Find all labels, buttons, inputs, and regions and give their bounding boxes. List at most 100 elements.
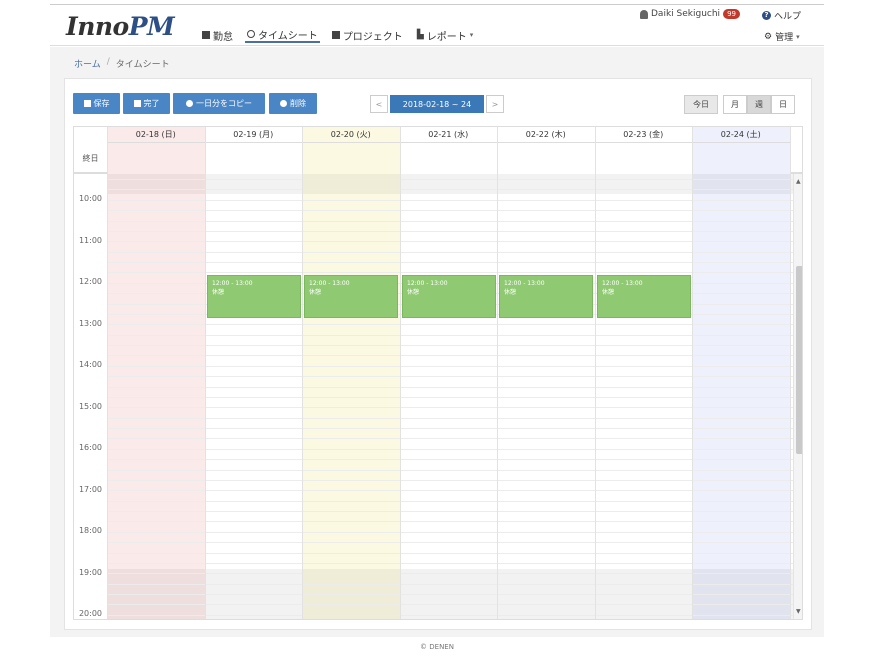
- day-header: 02-24 (土): [692, 127, 790, 143]
- day-view-button[interactable]: 日: [771, 95, 795, 114]
- calendar-event[interactable]: 12:00 - 13:00 休憩: [499, 275, 593, 318]
- allday-label: 終日: [82, 153, 99, 163]
- column-divider: [400, 127, 401, 619]
- time-label: 20:00: [78, 609, 103, 618]
- grid-line: [107, 366, 793, 367]
- grid-line: [107, 345, 793, 346]
- column-divider: [595, 127, 596, 619]
- admin-menu[interactable]: ⚙ 管理 ▾: [764, 30, 800, 44]
- day-header: 02-20 (火): [302, 127, 400, 143]
- event-title: 休憩: [212, 289, 225, 296]
- grid-line: [107, 449, 793, 450]
- grid-line: [107, 355, 793, 356]
- grid-line: [107, 376, 793, 377]
- time-label: 15:00: [78, 402, 103, 411]
- grid-line: [107, 387, 793, 388]
- week-view-button[interactable]: 週: [747, 95, 771, 114]
- grid-line: [107, 480, 793, 481]
- calendar-event[interactable]: 12:00 - 13:00 休憩: [597, 275, 691, 318]
- grid-line: [107, 324, 793, 325]
- event-time: 12:00 - 13:00: [504, 280, 545, 287]
- calendar-event[interactable]: 12:00 - 13:00 休憩: [402, 275, 496, 318]
- delete-icon: [280, 100, 287, 107]
- column-divider: [107, 127, 108, 619]
- event-title: 休憩: [504, 289, 517, 296]
- grid-line: [107, 594, 793, 595]
- copy-icon: [186, 100, 193, 107]
- complete-button[interactable]: 完了: [123, 93, 170, 114]
- event-time: 12:00 - 13:00: [602, 280, 643, 287]
- event-time: 12:00 - 13:00: [309, 280, 350, 287]
- grid-line: [107, 542, 793, 543]
- breadcrumb-home[interactable]: ホーム: [74, 57, 101, 70]
- day-header: 02-18 (日): [107, 127, 205, 143]
- scrollbar-thumb[interactable]: [796, 266, 802, 454]
- help-link[interactable]: ? ヘルプ: [762, 9, 801, 22]
- calendar-icon: [202, 31, 210, 39]
- day-header: 02-22 (木): [497, 127, 595, 143]
- grid-line: [107, 231, 793, 232]
- grid-line: [107, 272, 793, 273]
- grid-line: [107, 438, 793, 439]
- grid-line: [107, 200, 793, 201]
- column-divider: [302, 127, 303, 619]
- grid-line: [107, 418, 793, 419]
- top-header: InnoPM 勤怠 タイムシート プロジェクト ▙ レポート ▾ Daiki S…: [50, 4, 824, 46]
- breadcrumb-current: タイムシート: [115, 60, 170, 70]
- column-divider: [692, 127, 693, 619]
- nav-item-project[interactable]: プロジェクト: [330, 27, 405, 43]
- calendar-event[interactable]: 12:00 - 13:00 休憩: [304, 275, 398, 318]
- nav-item-timesheet[interactable]: タイムシート: [245, 27, 320, 43]
- user-menu[interactable]: Daiki Sekiguchi 99: [640, 9, 740, 19]
- scroll-down-icon[interactable]: ▼: [796, 608, 801, 615]
- date-range-picker[interactable]: 2018-02-18 ~ 24: [390, 95, 484, 113]
- scroll-up-icon[interactable]: ▲: [796, 178, 801, 185]
- day-header: 02-23 (金): [594, 127, 692, 143]
- save-button[interactable]: 保存: [73, 93, 120, 114]
- notification-badge[interactable]: 99: [723, 9, 740, 19]
- copy-day-button[interactable]: 一日分をコピー: [173, 93, 265, 114]
- prev-week-button[interactable]: <: [370, 95, 388, 113]
- calendar-event[interactable]: 12:00 - 13:00 休憩: [207, 275, 301, 318]
- nav-item-attendance[interactable]: 勤怠: [200, 27, 235, 43]
- chevron-down-icon: ▾: [796, 32, 800, 41]
- grid-line: [107, 521, 793, 522]
- next-week-button[interactable]: >: [486, 95, 504, 113]
- user-icon: [640, 9, 648, 19]
- flag-icon: [133, 100, 141, 107]
- month-view-button[interactable]: 月: [723, 95, 747, 114]
- week-calendar: 終日 02-18 (日) 02-19 (月) 02-20 (火) 02-21 (水) 0…: [73, 126, 803, 620]
- footer: © DENEN: [420, 643, 454, 651]
- grid-line: [107, 615, 793, 616]
- delete-button[interactable]: 削除: [269, 93, 317, 114]
- event-time: 12:00 - 13:00: [212, 280, 253, 287]
- grid-line: [107, 252, 793, 253]
- day-header: 02-21 (水): [399, 127, 497, 143]
- grid-line: [107, 241, 793, 242]
- grid-line: [107, 604, 793, 605]
- grid-line: [107, 335, 793, 336]
- time-label: 10:00: [78, 194, 103, 203]
- column-divider: [790, 127, 791, 619]
- grid-line: [107, 189, 793, 190]
- grid-line: [107, 553, 793, 554]
- main-nav: 勤怠 タイムシート プロジェクト ▙ レポート ▾: [200, 27, 475, 43]
- nav-item-report[interactable]: ▙ レポート ▾: [415, 27, 475, 43]
- calendar-scrollbar[interactable]: ▲ ▼: [793, 174, 802, 619]
- question-icon: ?: [762, 11, 771, 20]
- grid-line: [107, 511, 793, 512]
- column-divider: [205, 127, 206, 619]
- grid-line: [107, 428, 793, 429]
- app-logo[interactable]: InnoPM: [66, 12, 175, 41]
- event-title: 休憩: [602, 289, 615, 296]
- chart-icon: ▙: [416, 30, 424, 40]
- today-button[interactable]: 今日: [684, 95, 718, 114]
- time-label: 17:00: [78, 485, 103, 494]
- grid-line: [107, 563, 793, 564]
- grid-line: [107, 470, 793, 471]
- grid-line: [107, 210, 793, 211]
- offhours-shade: [107, 174, 793, 194]
- grid-line: [107, 532, 793, 533]
- day-header: 02-19 (月): [204, 127, 302, 143]
- time-label: 13:00: [78, 319, 103, 328]
